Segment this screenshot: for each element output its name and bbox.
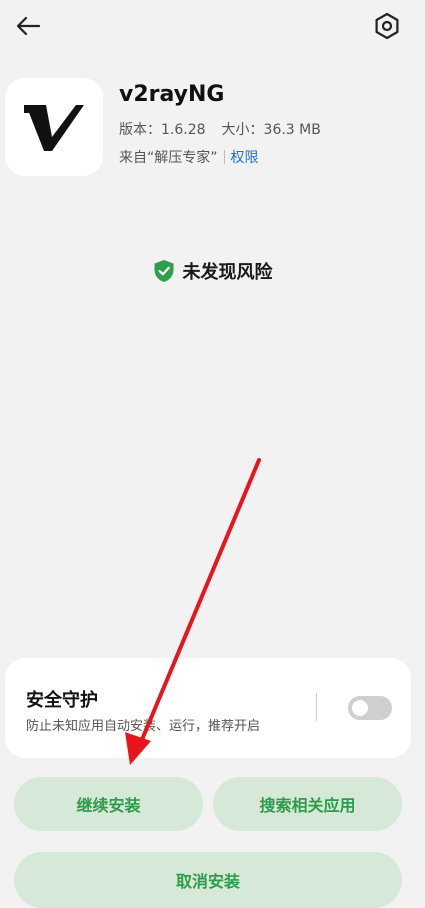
- app-version: 版本：1.6.28: [119, 122, 206, 138]
- toggle-knob: [352, 700, 368, 716]
- security-guard-card: 安全守护 防止未知应用自动安装、运行，推荐开启: [5, 658, 411, 758]
- continue-install-button[interactable]: 继续安装: [14, 777, 203, 831]
- settings-button[interactable]: [368, 8, 406, 44]
- hexagon-gear-icon: [375, 12, 399, 40]
- app-source: 来自“解压专家”: [119, 150, 218, 166]
- v2rayng-logo-icon: [24, 105, 84, 151]
- card-divider: [316, 693, 317, 721]
- cancel-install-button[interactable]: 取消安装: [14, 852, 402, 908]
- app-name: v2rayNG: [119, 82, 225, 107]
- app-size: 大小：36.3 MB: [221, 122, 321, 138]
- shield-check-icon: [154, 260, 173, 282]
- scan-status: 未发现风险: [0, 258, 425, 284]
- scan-status-text: 未发现风险: [182, 262, 273, 283]
- security-guard-toggle[interactable]: [348, 696, 392, 720]
- security-guard-title: 安全守护: [26, 690, 98, 711]
- search-related-apps-button[interactable]: 搜索相关应用: [213, 777, 402, 831]
- security-guard-description: 防止未知应用自动安装、运行，推荐开启: [26, 719, 261, 734]
- app-meta: 版本：1.6.28 大小：36.3 MB: [119, 119, 321, 139]
- permissions-link[interactable]: 权限: [231, 147, 259, 167]
- source-divider: [223, 150, 225, 164]
- app-source-row: 来自“解压专家” 权限: [119, 147, 259, 167]
- back-button[interactable]: [10, 8, 46, 44]
- arrow-left-icon: [16, 16, 41, 36]
- app-icon: [5, 78, 103, 176]
